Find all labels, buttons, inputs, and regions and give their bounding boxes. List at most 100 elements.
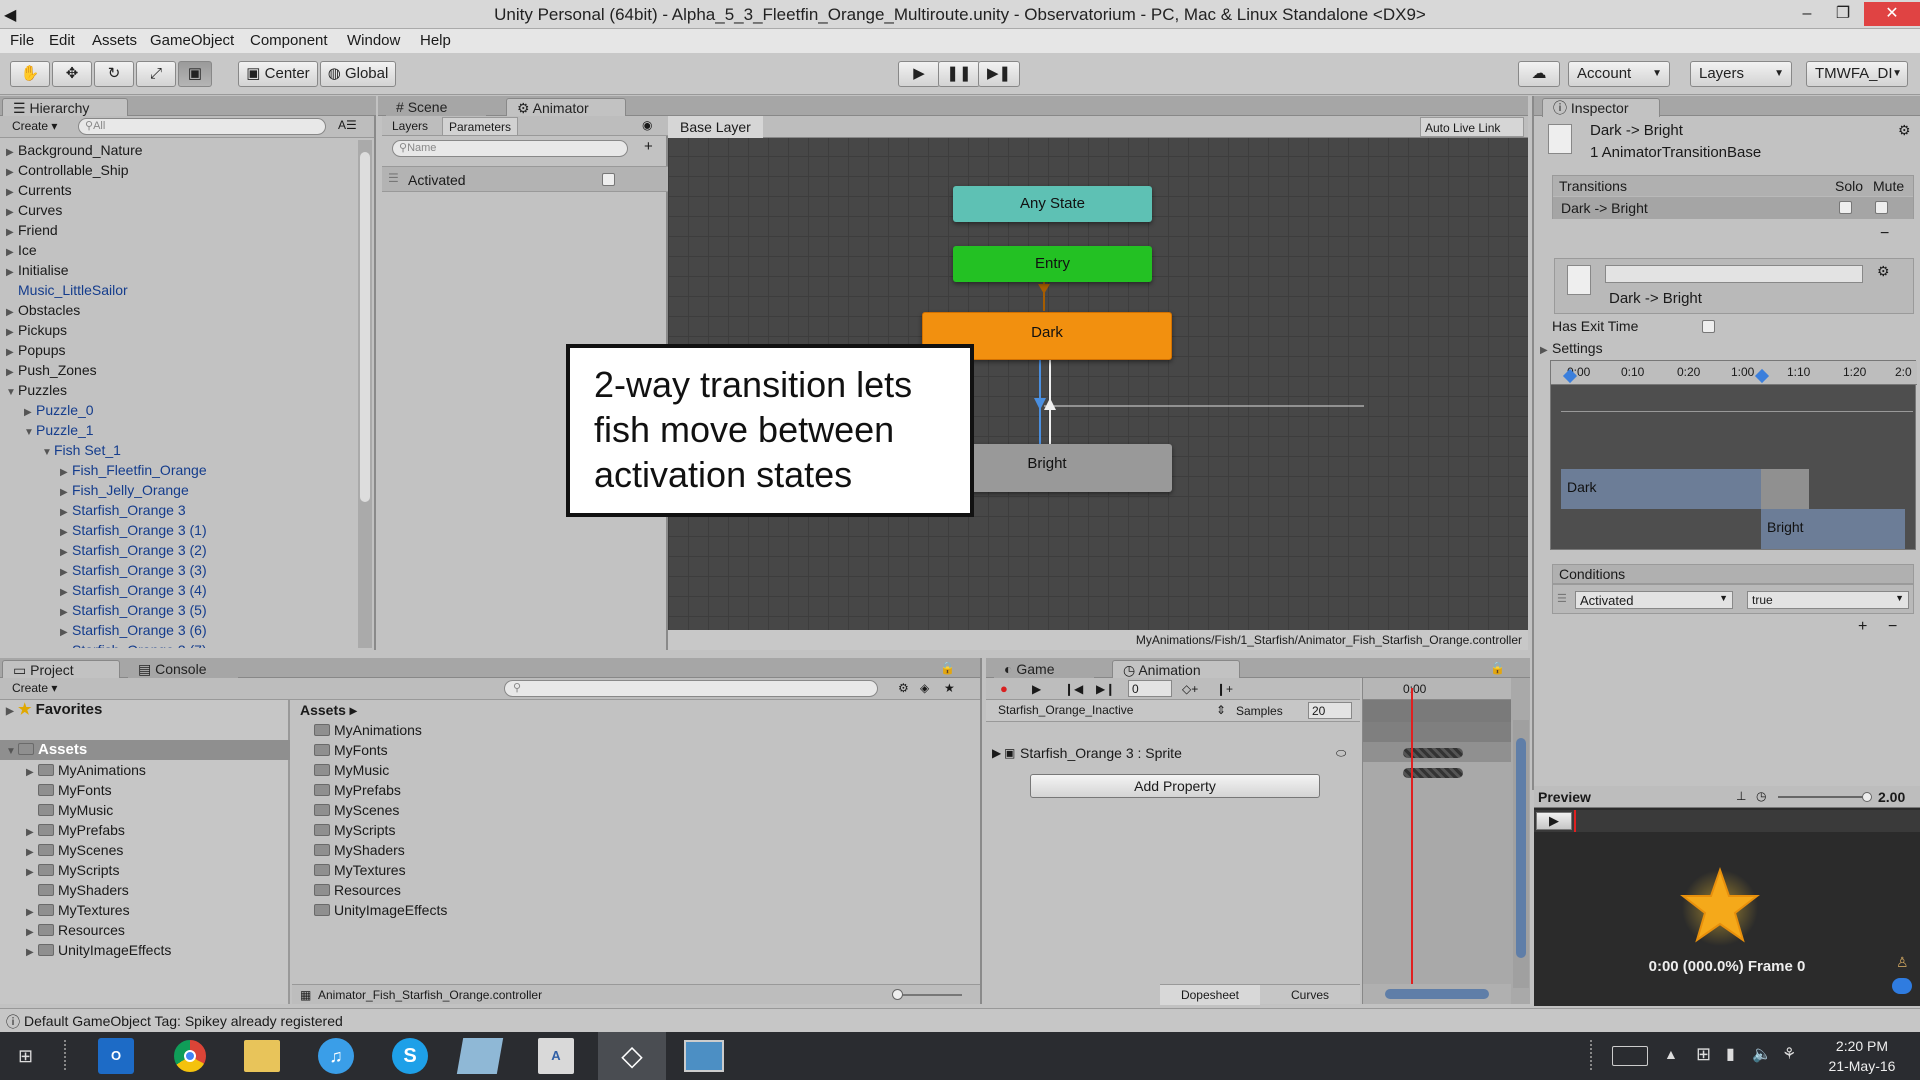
start-icon[interactable]: ⊞ bbox=[18, 1046, 38, 1066]
battery-icon[interactable]: ▮ bbox=[1726, 1044, 1735, 1064]
dopesheet-area[interactable]: 0:00 bbox=[1362, 678, 1530, 1004]
tab-inspector[interactable]: ⓘ Inspector bbox=[1542, 98, 1660, 117]
zoom-slider-track[interactable] bbox=[896, 994, 962, 996]
show-hidden-icons-icon[interactable]: ▲ bbox=[1664, 1046, 1678, 1062]
preview-play-button[interactable]: ▶ bbox=[1536, 812, 1572, 830]
filter-type-icon[interactable]: ⚙ bbox=[898, 681, 909, 695]
tab-console[interactable]: ▤ Console bbox=[128, 660, 238, 679]
hierarchy-create-button[interactable]: Create ▾ bbox=[12, 119, 57, 133]
triangle-down-icon[interactable]: ▼ bbox=[24, 423, 36, 443]
menu-file[interactable]: File bbox=[10, 32, 34, 49]
menu-edit[interactable]: Edit bbox=[49, 32, 75, 49]
parameter-search-input[interactable]: ⚲Name bbox=[392, 140, 628, 157]
eye-icon[interactable]: ◉ bbox=[642, 118, 652, 132]
drag-handle-icon[interactable]: ☰ bbox=[388, 171, 399, 185]
condition-param-dropdown[interactable]: Activated ▼ bbox=[1575, 591, 1733, 609]
drag-handle-icon[interactable]: ☰ bbox=[1557, 592, 1567, 605]
layout-dropdown[interactable]: TMWFA_DI ▼ bbox=[1806, 61, 1908, 87]
project-tree-item[interactable]: ▶ MyAnimations bbox=[26, 760, 146, 780]
project-tree-item[interactable]: ▶ UnityImageEffects bbox=[26, 940, 171, 960]
transition-row[interactable]: Dark -> Bright bbox=[1553, 197, 1913, 219]
project-tree-item[interactable]: MyMusic bbox=[26, 800, 113, 820]
dopesheet-button[interactable]: Dopesheet bbox=[1160, 985, 1260, 1005]
hierarchy-item[interactable]: ▼ Puzzle_1 bbox=[24, 420, 94, 440]
hierarchy-item[interactable]: ▶ Pickups bbox=[6, 320, 67, 340]
hierarchy-item[interactable]: ▶ Curves bbox=[6, 200, 62, 220]
add-parameter-button[interactable]: + bbox=[644, 138, 653, 155]
pivot-center-button[interactable]: ▣ Center bbox=[238, 61, 318, 87]
status-message[interactable]: Default GameObject Tag: Spikey already r… bbox=[24, 1013, 343, 1029]
preview-timeline[interactable]: ▶ bbox=[1534, 810, 1920, 832]
hierarchy-item[interactable]: ▶ Friend bbox=[6, 220, 58, 240]
project-file-item[interactable]: MyMusic bbox=[314, 760, 389, 780]
hierarchy-item[interactable]: ▶ Fish_Fleetfin_Orange bbox=[60, 460, 207, 480]
hierarchy-item[interactable]: ▶ Starfish_Orange 3 bbox=[60, 500, 186, 520]
pivot-global-button[interactable]: ◍ Global bbox=[320, 61, 396, 87]
hierarchy-item[interactable]: ▶ Puzzle_0 bbox=[24, 400, 94, 420]
notes-app-icon[interactable] bbox=[456, 1038, 504, 1074]
hierarchy-item[interactable]: ▶ Starfish_Orange 3 (2) bbox=[60, 540, 207, 560]
zoom-slider-thumb[interactable] bbox=[892, 989, 903, 1000]
project-file-item[interactable]: MyAnimations bbox=[314, 720, 422, 740]
hierarchy-item[interactable]: ▶ Starfish_Orange 3 (6) bbox=[60, 620, 207, 640]
animator-graph[interactable]: Base Layer Auto Live Link Any State Entr… bbox=[566, 116, 1528, 630]
tab-scene[interactable]: # Scene bbox=[386, 98, 486, 117]
speed-icon[interactable]: ◷ bbox=[1756, 789, 1766, 803]
project-tree-item[interactable]: MyShaders bbox=[26, 880, 129, 900]
record-icon[interactable]: ● bbox=[1000, 681, 1008, 696]
hierarchy-item[interactable]: ▶ Background_Nature bbox=[6, 140, 143, 160]
project-tree-item[interactable]: ▶ MyPrefabs bbox=[26, 820, 125, 840]
speed-slider-track[interactable] bbox=[1778, 796, 1864, 798]
scale-tool-icon[interactable]: ⤢ bbox=[136, 61, 176, 87]
tab-animation[interactable]: ◷ Animation bbox=[1112, 660, 1240, 679]
gear-icon[interactable]: ⚙ bbox=[1898, 122, 1911, 139]
dark-timeline-bar[interactable]: Dark bbox=[1561, 469, 1761, 509]
itunes-icon[interactable]: ♫ bbox=[318, 1038, 354, 1074]
mute-checkbox[interactable] bbox=[1875, 201, 1888, 214]
gear-icon[interactable]: ⚙ bbox=[1877, 263, 1890, 280]
pause-button[interactable]: ❚❚ bbox=[938, 61, 980, 87]
project-file-item[interactable]: MyShaders bbox=[314, 840, 405, 860]
transition-name-input[interactable] bbox=[1605, 265, 1863, 283]
hierarchy-item[interactable]: ▶ Fish_Jelly_Orange bbox=[60, 480, 189, 500]
taskbar-time[interactable]: 2:20 PM bbox=[1820, 1038, 1904, 1054]
maximize-button[interactable]: ❐ bbox=[1822, 2, 1864, 26]
property-options-icon[interactable]: ⬭ bbox=[1336, 746, 1346, 761]
skype-icon[interactable]: S bbox=[392, 1038, 428, 1074]
dopesheet-vscrollbar[interactable] bbox=[1513, 720, 1529, 988]
menu-component[interactable]: Component bbox=[250, 32, 328, 49]
project-tree-item[interactable]: ▶ MyTextures bbox=[26, 900, 130, 920]
hierarchy-item[interactable]: ▶ Initialise bbox=[6, 260, 69, 280]
hierarchy-item[interactable]: ▶ Starfish_Orange 3 (4) bbox=[60, 580, 207, 600]
volume-icon[interactable]: 🔈 bbox=[1752, 1044, 1772, 1064]
property-row[interactable]: ▶ ▣ Starfish_Orange 3 : Sprite ⬭ bbox=[986, 742, 1360, 764]
samples-input[interactable]: 20 bbox=[1308, 702, 1352, 719]
hierarchy-item[interactable]: ▶ Obstacles bbox=[6, 300, 80, 320]
sort-icon[interactable]: A☰ bbox=[338, 118, 360, 135]
network-icon[interactable]: ⚘ bbox=[1782, 1044, 1796, 1064]
tag-icon[interactable] bbox=[1892, 978, 1912, 994]
transition-timeline[interactable]: 0:00 0:10 0:20 1:00 1:10 1:20 2:0 Dark B… bbox=[1550, 360, 1917, 550]
hierarchy-scrollbar[interactable] bbox=[358, 140, 372, 648]
hierarchy-item[interactable]: ▶ Ice bbox=[6, 240, 37, 260]
hand-tool-icon[interactable]: ✋ bbox=[10, 61, 50, 87]
project-file-item[interactable]: MyScenes bbox=[314, 800, 399, 820]
move-tool-icon[interactable]: ✥ bbox=[52, 61, 92, 87]
cloud-icon[interactable]: ☁ bbox=[1518, 61, 1560, 87]
bright-timeline-bar[interactable]: Bright bbox=[1761, 509, 1905, 549]
hierarchy-item[interactable]: ▶ Starfish_Orange 3 (5) bbox=[60, 600, 207, 620]
tab-hierarchy[interactable]: ☰ Hierarchy bbox=[2, 98, 128, 117]
hierarchy-search-input[interactable]: ⚲All bbox=[78, 118, 326, 135]
favorites-item[interactable]: ▶ ★ Favorites bbox=[6, 700, 102, 720]
add-event-icon[interactable]: ❙+ bbox=[1216, 682, 1233, 696]
unity-taskbar-button[interactable]: ◇ bbox=[598, 1032, 666, 1080]
speed-slider-thumb[interactable] bbox=[1862, 792, 1872, 802]
parameter-checkbox[interactable] bbox=[602, 173, 615, 186]
triangle-down-icon[interactable]: ▼ bbox=[42, 443, 54, 463]
remove-transition-button[interactable]: − bbox=[1880, 225, 1889, 243]
tab-layers[interactable]: Layers bbox=[392, 119, 428, 133]
layers-dropdown[interactable]: Layers ▼ bbox=[1690, 61, 1792, 87]
playhead-line[interactable] bbox=[1411, 688, 1413, 984]
triangle-down-icon[interactable]: ▼ bbox=[6, 383, 18, 403]
project-file-item[interactable]: MyFonts bbox=[314, 740, 388, 760]
